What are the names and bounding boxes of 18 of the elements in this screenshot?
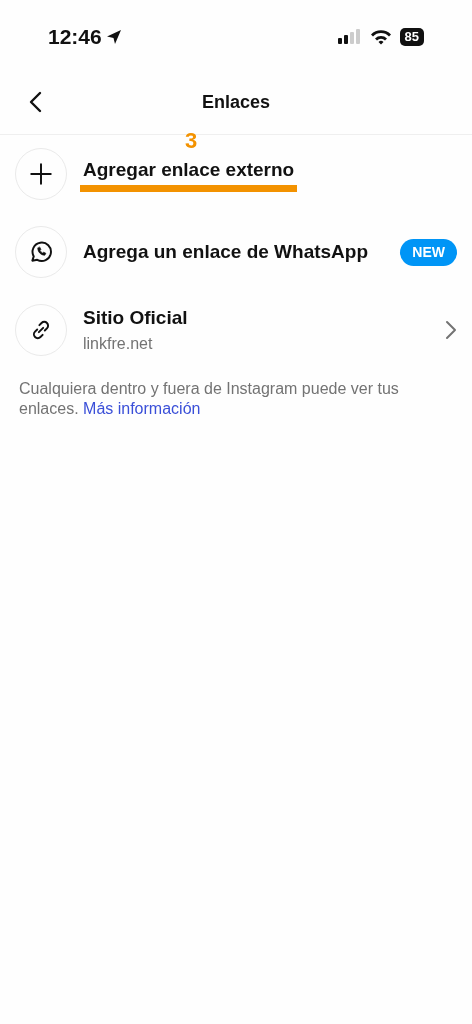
link-row[interactable]: Agrega un enlace de WhatsApp NEW — [0, 213, 472, 291]
chat-phone-icon — [28, 239, 54, 265]
status-time: 12:46 — [48, 24, 102, 51]
wifi-icon — [369, 29, 392, 45]
page-title: Enlaces — [201, 90, 270, 114]
location-arrow-icon — [105, 29, 122, 45]
more-info-link[interactable]: Más información — [83, 400, 201, 417]
row-title: Sitio Oficial — [83, 305, 188, 330]
signal-icon — [337, 29, 362, 45]
battery-level: 85 — [399, 28, 424, 46]
link-row[interactable]: Sitio Oficial linkfre.net — [0, 291, 472, 369]
row-title: Agrega un enlace de WhatsApp — [83, 239, 369, 264]
privacy-note: Cualquiera dentro y fuera de Instagram puede ver tus enlaces. Más información — [18, 379, 400, 419]
new-badge: NEW — [400, 238, 457, 266]
chevron-right-icon — [445, 320, 457, 340]
plus-icon — [28, 161, 54, 187]
row-title: Agregar enlace externo — [83, 157, 295, 182]
row-subtitle: linkfre.net — [83, 334, 154, 355]
